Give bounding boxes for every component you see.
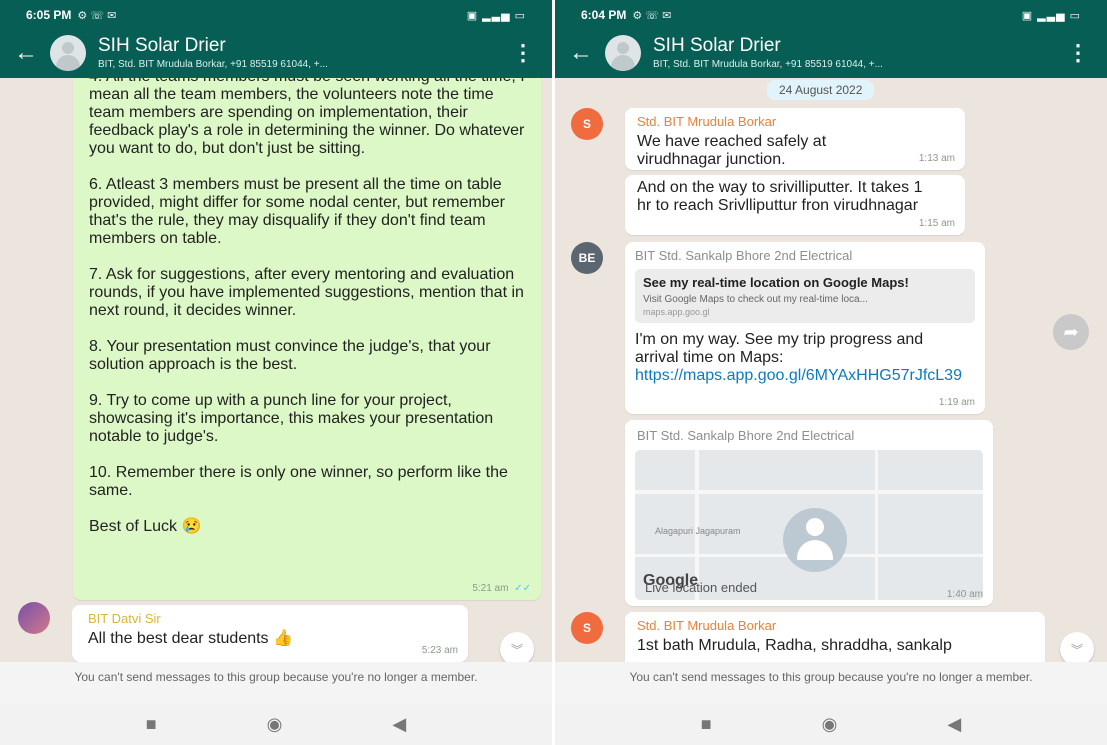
sender-name[interactable]: BIT Datvi Sir (88, 611, 452, 626)
message-text: I'm on my way. See my trip progress and … (635, 331, 962, 385)
group-avatar[interactable] (50, 35, 86, 71)
status-time: 6:04 PM (581, 8, 627, 22)
message-text: All the best dear students 👍 (88, 630, 293, 647)
scroll-down-button[interactable]: ︾ (500, 632, 534, 662)
sender-avatar[interactable]: S (571, 612, 603, 644)
back-arrow-icon[interactable]: ← (14, 39, 38, 67)
signal-battery-icon: ▣ ▂▃▅ ▭ (1021, 9, 1081, 22)
group-avatar[interactable] (605, 35, 641, 71)
sender-avatar[interactable]: S (571, 108, 603, 140)
message-paragraph: 9. Try to come up with a punch line for … (89, 392, 494, 445)
right-phone-screen: 6:04 PM ⚙ ☏ ✉ ▣ ▂▃▅ ▭ ← SIH Solar Drier … (555, 0, 1107, 745)
signal-battery-icon: ▣ ▂▃▅ ▭ (466, 9, 526, 22)
message-paragraph: 8. Your presentation must convince the j… (89, 338, 491, 373)
location-map[interactable]: Alagapuri Jagapuram Google (635, 450, 983, 600)
back-arrow-icon[interactable]: ← (569, 39, 593, 67)
message-time: 5:23 am (421, 645, 458, 656)
sender-name[interactable]: Std. BIT Mrudula Borkar (637, 618, 1033, 633)
chat-header: ← SIH Solar Drier BIT, Std. BIT Mrudula … (555, 30, 1107, 78)
chat-header: ← SIH Solar Drier BIT, Std. BIT Mrudula … (0, 30, 552, 78)
message-paragraph: 4. All the teams members must be seen wo… (89, 78, 525, 157)
message-time: 1:40 am (946, 589, 983, 600)
group-title[interactable]: SIH Solar Drier (98, 35, 226, 57)
message-paragraph: 7. Ask for suggestions, after every ment… (89, 266, 524, 319)
live-location-message[interactable]: BIT Std. Sankalp Bhore 2nd Electrical Al… (625, 420, 993, 606)
not-member-notice: You can't send messages to this group be… (555, 662, 1107, 704)
home-icon[interactable]: ◉ (822, 714, 838, 735)
message-paragraph: 10. Remember there is only one winner, s… (89, 464, 508, 499)
chat-area[interactable]: 4. All the teams members must be seen wo… (0, 78, 552, 662)
link-preview[interactable]: See my real-time location on Google Maps… (635, 269, 975, 323)
forward-icon[interactable]: ➦ (1053, 314, 1089, 350)
sender-avatar[interactable] (18, 602, 50, 634)
link-preview-domain: maps.app.goo.gl (643, 307, 710, 317)
maps-link[interactable]: https://maps.app.goo.gl/6MYAxHHG57rJfcL3… (635, 367, 962, 384)
sender-name[interactable]: BIT Std. Sankalp Bhore 2nd Electrical (635, 248, 975, 263)
message-time: 1:19 am (938, 397, 975, 408)
date-chip: 24 August 2022 (767, 80, 875, 100)
group-members[interactable]: BIT, Std. BIT Mrudula Borkar, +91 85519 … (98, 59, 498, 70)
link-preview-description: Visit Google Maps to check out my real-t… (643, 294, 868, 305)
incoming-message[interactable]: BIT Std. Sankalp Bhore 2nd Electrical Se… (625, 242, 985, 414)
back-icon[interactable]: ◀ (392, 714, 406, 735)
message-time: 1:13 am (918, 153, 955, 164)
status-time: 6:05 PM (26, 8, 72, 22)
message-text: And on the way to srivilliputter. It tak… (637, 179, 923, 214)
home-icon[interactable]: ◉ (267, 714, 283, 735)
not-member-notice: You can't send messages to this group be… (0, 662, 552, 704)
group-title[interactable]: SIH Solar Drier (653, 35, 781, 57)
link-preview-title: See my real-time location on Google Maps… (643, 275, 909, 290)
message-text-body: I'm on my way. See my trip progress and … (635, 331, 924, 366)
more-options-icon[interactable]: ⋮ (1067, 40, 1089, 66)
message-text: We have reached safely at virudhnagar ju… (637, 133, 827, 168)
incoming-message[interactable]: Std. BIT Mrudula Borkar 1st bath Mrudula… (625, 612, 1045, 662)
status-bar: 6:05 PM ⚙ ☏ ✉ ▣ ▂▃▅ ▭ (0, 0, 552, 30)
back-icon[interactable]: ◀ (947, 714, 961, 735)
live-location-caption: Live location ended (645, 580, 758, 595)
system-nav-bar: ■ ◉ ◀ (0, 704, 552, 745)
sender-avatar[interactable]: BE (571, 242, 603, 274)
more-options-icon[interactable]: ⋮ (512, 40, 534, 66)
message-time: 5:21 am (472, 583, 509, 594)
message-text: 1st bath Mrudula, Radha, shraddha, sanka… (637, 637, 952, 654)
outgoing-message[interactable]: 4. All the teams members must be seen wo… (73, 78, 541, 600)
map-place-label: Alagapuri Jagapuram (655, 526, 741, 536)
message-paragraph: Best of Luck 😢 (89, 518, 202, 535)
sender-name[interactable]: BIT Std. Sankalp Bhore 2nd Electrical (637, 428, 854, 443)
notification-icons: ⚙ ☏ ✉ (632, 9, 672, 22)
status-bar: 6:04 PM ⚙ ☏ ✉ ▣ ▂▃▅ ▭ (555, 0, 1107, 30)
read-ticks-icon: ✓✓ (514, 583, 531, 594)
message-meta: 5:21 am ✓✓ (472, 583, 531, 594)
system-nav-bar: ■ ◉ ◀ (555, 704, 1107, 745)
left-phone-screen: 6:05 PM ⚙ ☏ ✉ ▣ ▂▃▅ ▭ ← SIH Solar Drier … (0, 0, 552, 745)
group-members[interactable]: BIT, Std. BIT Mrudula Borkar, +91 85519 … (653, 59, 1053, 70)
scroll-down-button[interactable]: ︾ (1060, 632, 1094, 662)
location-avatar (783, 508, 847, 572)
message-time: 1:15 am (918, 218, 955, 229)
incoming-message[interactable]: And on the way to srivilliputter. It tak… (625, 175, 965, 235)
notification-icons: ⚙ ☏ ✉ (77, 9, 117, 22)
recent-apps-icon[interactable]: ■ (701, 714, 712, 735)
incoming-message[interactable]: BIT Datvi Sir All the best dear students… (72, 605, 468, 662)
sender-name[interactable]: Std. BIT Mrudula Borkar (637, 114, 953, 129)
chat-area[interactable]: 24 August 2022 S Std. BIT Mrudula Borkar… (555, 78, 1107, 662)
recent-apps-icon[interactable]: ■ (146, 714, 157, 735)
incoming-message[interactable]: Std. BIT Mrudula Borkar We have reached … (625, 108, 965, 170)
message-paragraph: 6. Atleast 3 members must be present all… (89, 176, 505, 247)
